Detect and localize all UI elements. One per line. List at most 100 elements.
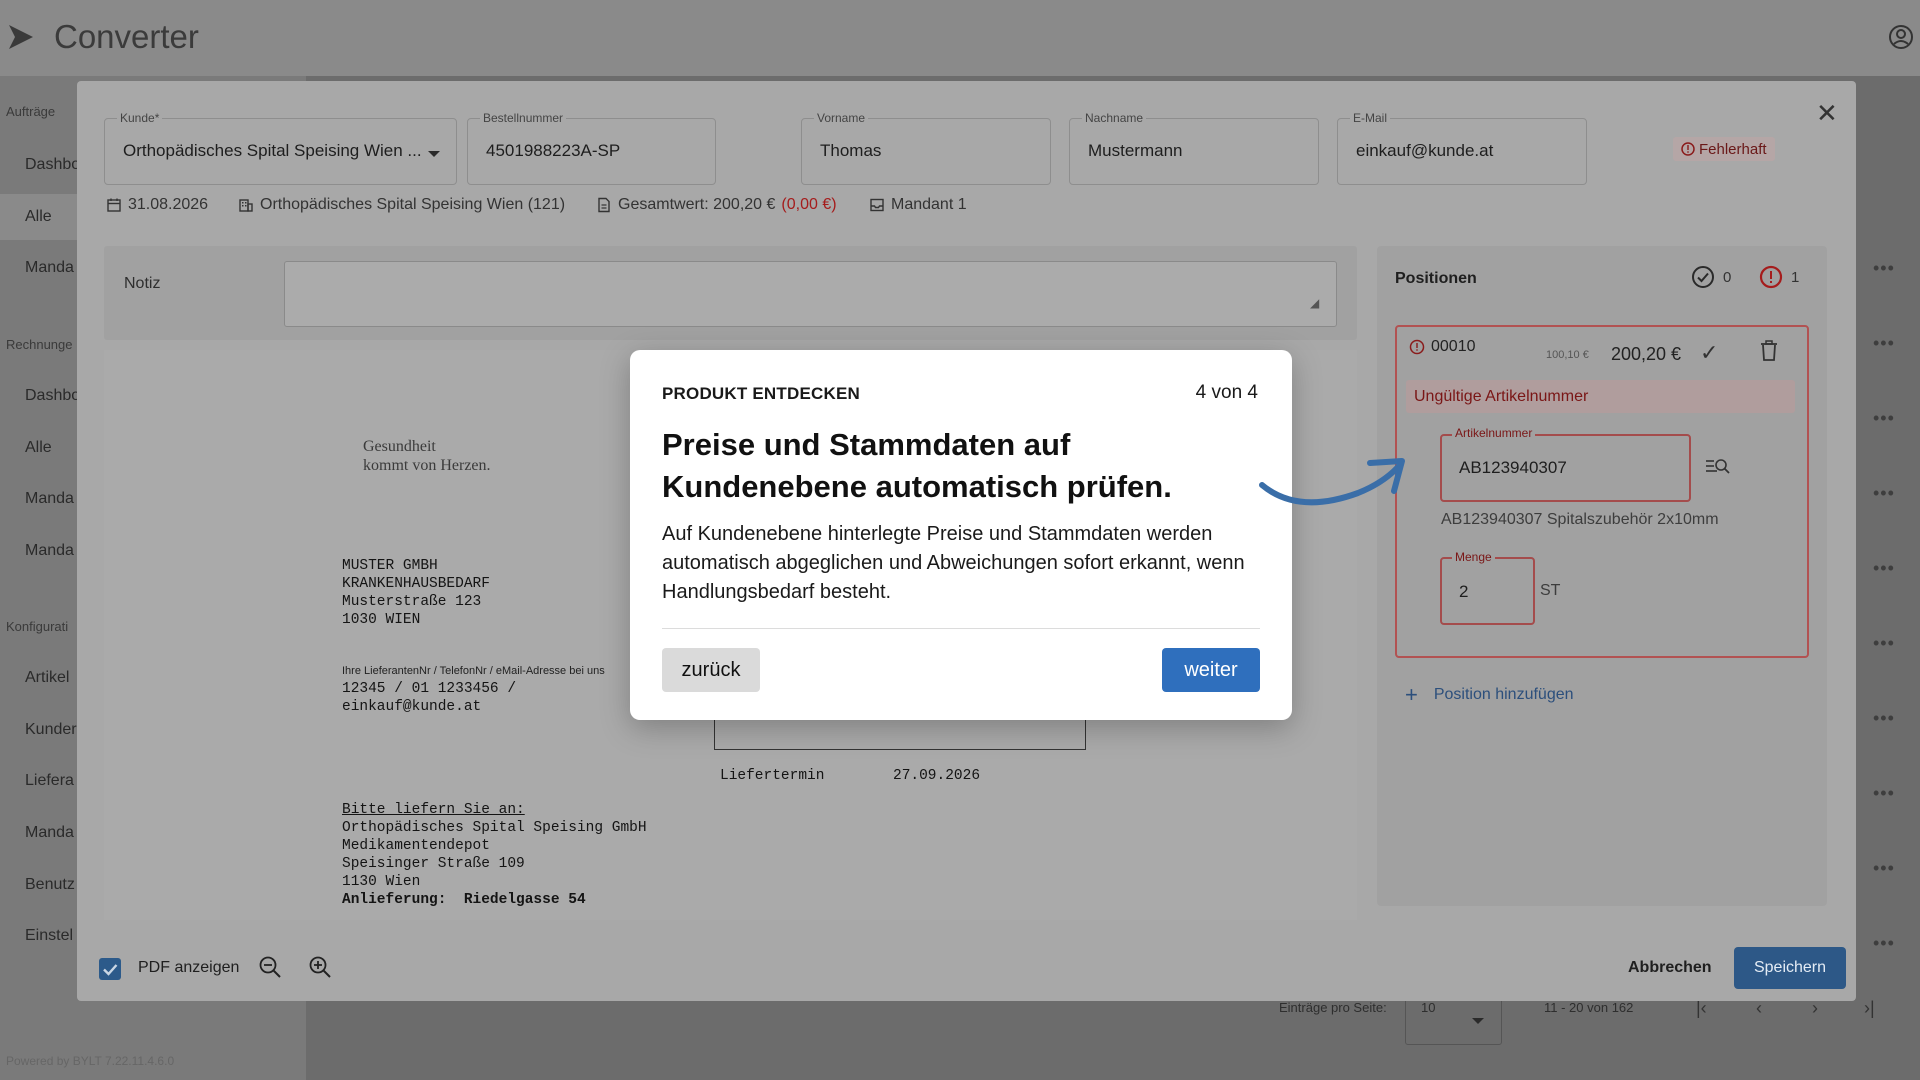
trash-icon[interactable] bbox=[1760, 340, 1778, 362]
warning-circle-icon bbox=[1409, 339, 1425, 355]
menge-unit: ST bbox=[1540, 582, 1561, 599]
error-message: Ungültige Artikelnummer bbox=[1414, 388, 1589, 405]
pager-per-page-label: Einträge pro Seite: bbox=[1279, 1000, 1387, 1015]
sidebar-item-mandant-1[interactable]: Manda bbox=[25, 490, 74, 508]
sidebar-item-benutzer[interactable]: Benutz bbox=[25, 876, 75, 894]
position-old-price: 100,10 € bbox=[1546, 349, 1589, 361]
error-circle-icon bbox=[1759, 265, 1783, 289]
sidebar-item-dashboard-rechnungen[interactable]: Dashbo bbox=[25, 387, 80, 405]
building-icon bbox=[239, 199, 253, 212]
check-circle-icon bbox=[1692, 266, 1714, 288]
check-icon[interactable]: ✓ bbox=[1700, 340, 1718, 366]
close-icon[interactable]: ✕ bbox=[1816, 98, 1838, 129]
inbox-icon bbox=[870, 198, 884, 212]
zoom-in-icon[interactable] bbox=[308, 955, 332, 979]
doc-anlieferung: Anlieferung: Riedelgasse 54 bbox=[342, 892, 586, 908]
app-header: Converter bbox=[0, 0, 1920, 76]
row-menu-icon[interactable]: ••• bbox=[1873, 633, 1895, 654]
powered-by: Powered by BYLT 7.22.11.4.6.0 bbox=[6, 1054, 175, 1068]
sidebar-item-mandant[interactable]: Manda bbox=[25, 259, 74, 277]
sidebar-item-dashboard[interactable]: Dashbo bbox=[25, 156, 80, 174]
tour-back-button[interactable]: zurück bbox=[662, 648, 760, 692]
save-button[interactable]: Speichern bbox=[1734, 947, 1846, 989]
doc-ship-to: Orthopädisches Spital Speising GmbH Medi… bbox=[342, 820, 647, 890]
sidebar-item-lieferanten[interactable]: Liefera bbox=[25, 772, 74, 790]
kunde-value: Orthopädisches Spital Speising Wien ... bbox=[123, 141, 422, 160]
sidebar-item-mandant-2[interactable]: Manda bbox=[25, 542, 74, 560]
tour-next-button[interactable]: weiter bbox=[1162, 648, 1260, 692]
pdf-toggle-label: PDF anzeigen bbox=[138, 959, 240, 976]
meta-mandant: Mandant 1 bbox=[869, 196, 967, 214]
doc-slogan: Gesundheit kommt von Herzen. bbox=[363, 438, 491, 474]
pointer-arrow-icon bbox=[1259, 458, 1405, 506]
position-id: 00010 bbox=[1409, 338, 1476, 356]
meta-date-value: 31.08.2026 bbox=[128, 196, 209, 213]
prev-page-icon[interactable]: ‹ bbox=[1756, 998, 1762, 1019]
nachname-field[interactable]: Nachname Mustermann bbox=[1069, 111, 1319, 185]
sidebar-item-einstellungen[interactable]: Einstel bbox=[25, 927, 73, 945]
positions-error-count: 1 bbox=[1759, 265, 1799, 289]
pdf-toggle-checkbox[interactable] bbox=[99, 958, 121, 980]
zoom-out-icon[interactable] bbox=[258, 955, 282, 979]
sidebar-item-mandanten[interactable]: Manda bbox=[25, 824, 74, 842]
row-menu-icon[interactable]: ••• bbox=[1873, 708, 1895, 729]
pager-per-page-value: 10 bbox=[1421, 1000, 1436, 1015]
calendar-icon bbox=[107, 198, 121, 212]
email-field[interactable]: E-Mail einkauf@kunde.at bbox=[1337, 111, 1587, 185]
positions-error-value: 1 bbox=[1791, 268, 1800, 286]
product-tour-popover: PRODUKT ENTDECKEN 4 von 4 Preise und Sta… bbox=[630, 350, 1292, 720]
row-menu-icon[interactable]: ••• bbox=[1873, 858, 1895, 879]
tour-divider bbox=[662, 628, 1260, 629]
first-page-icon[interactable]: |‹ bbox=[1696, 998, 1707, 1019]
pager-range: 11 - 20 von 162 bbox=[1544, 1000, 1634, 1015]
kunde-label: Kunde* bbox=[117, 111, 163, 125]
app-title: Converter bbox=[54, 18, 199, 55]
artikelnummer-label: Artikelnummer bbox=[1452, 426, 1536, 440]
warning-circle-icon bbox=[1681, 142, 1695, 156]
sidebar-section-konfiguration: Konfigurati bbox=[6, 619, 69, 634]
add-position-button[interactable]: + Position hinzufügen bbox=[1405, 682, 1574, 708]
user-account-icon[interactable] bbox=[1888, 24, 1914, 50]
cancel-button[interactable]: Abbrechen bbox=[1614, 948, 1726, 988]
meta-total-diff: (0,00 €) bbox=[781, 196, 837, 213]
sidebar-item-alle-rechnungen[interactable]: Alle bbox=[25, 439, 52, 457]
row-menu-icon[interactable]: ••• bbox=[1873, 558, 1895, 579]
next-page-icon[interactable]: › bbox=[1812, 998, 1818, 1019]
notiz-textarea[interactable] bbox=[284, 261, 1337, 327]
resize-handle-icon[interactable]: ◢ bbox=[1310, 296, 1319, 310]
positions-ok-count: 0 bbox=[1691, 265, 1731, 289]
tour-kicker: PRODUKT ENTDECKEN bbox=[662, 384, 860, 403]
menge-field[interactable] bbox=[1440, 557, 1535, 625]
doc-supplier-note: Ihre LieferantenNr / TelefonNr / eMail-A… bbox=[342, 665, 605, 677]
kunde-select[interactable]: Kunde* Orthopädisches Spital Speising Wi… bbox=[104, 111, 457, 185]
checkmark-icon bbox=[103, 964, 118, 976]
positions-title: Positionen bbox=[1395, 270, 1477, 287]
sidebar-item-kunden[interactable]: Kunder bbox=[25, 721, 77, 739]
row-menu-icon[interactable]: ••• bbox=[1873, 408, 1895, 429]
article-description: AB123940307 Spitalszubehör 2x10mm bbox=[1441, 511, 1719, 528]
row-menu-icon[interactable]: ••• bbox=[1873, 258, 1895, 279]
row-menu-icon[interactable]: ••• bbox=[1873, 933, 1895, 954]
sidebar-item-artikel[interactable]: Artikel bbox=[25, 669, 69, 687]
logo-play-icon bbox=[9, 25, 33, 49]
nachname-label: Nachname bbox=[1082, 111, 1147, 125]
doc-box bbox=[714, 716, 1086, 750]
menge-value: 2 bbox=[1459, 582, 1469, 601]
row-menu-icon[interactable]: ••• bbox=[1873, 783, 1895, 804]
list-search-icon[interactable] bbox=[1705, 456, 1731, 476]
row-menu-icon[interactable]: ••• bbox=[1873, 333, 1895, 354]
last-page-icon[interactable]: ›| bbox=[1864, 998, 1875, 1019]
plus-icon: + bbox=[1405, 682, 1418, 707]
sidebar-item-alle[interactable]: Alle bbox=[25, 208, 52, 226]
row-menu-icon[interactable]: ••• bbox=[1873, 483, 1895, 504]
bestellnummer-field[interactable]: Bestellnummer 4501988223A-SP bbox=[467, 111, 716, 185]
vorname-field[interactable]: Vorname Thomas bbox=[801, 111, 1051, 185]
status-badge: Fehlerhaft bbox=[1673, 137, 1775, 161]
chevron-down-icon bbox=[428, 151, 440, 157]
doc-address: MUSTER GMBH KRANKENHAUSBEDARF Musterstra… bbox=[342, 558, 490, 628]
document-icon bbox=[598, 197, 610, 213]
meta-customer-value: Orthopädisches Spital Speising Wien (121… bbox=[260, 196, 566, 213]
add-position-label: Position hinzufügen bbox=[1433, 686, 1574, 703]
vorname-label: Vorname bbox=[814, 111, 869, 125]
artikelnummer-value: AB123940307 bbox=[1459, 458, 1567, 477]
